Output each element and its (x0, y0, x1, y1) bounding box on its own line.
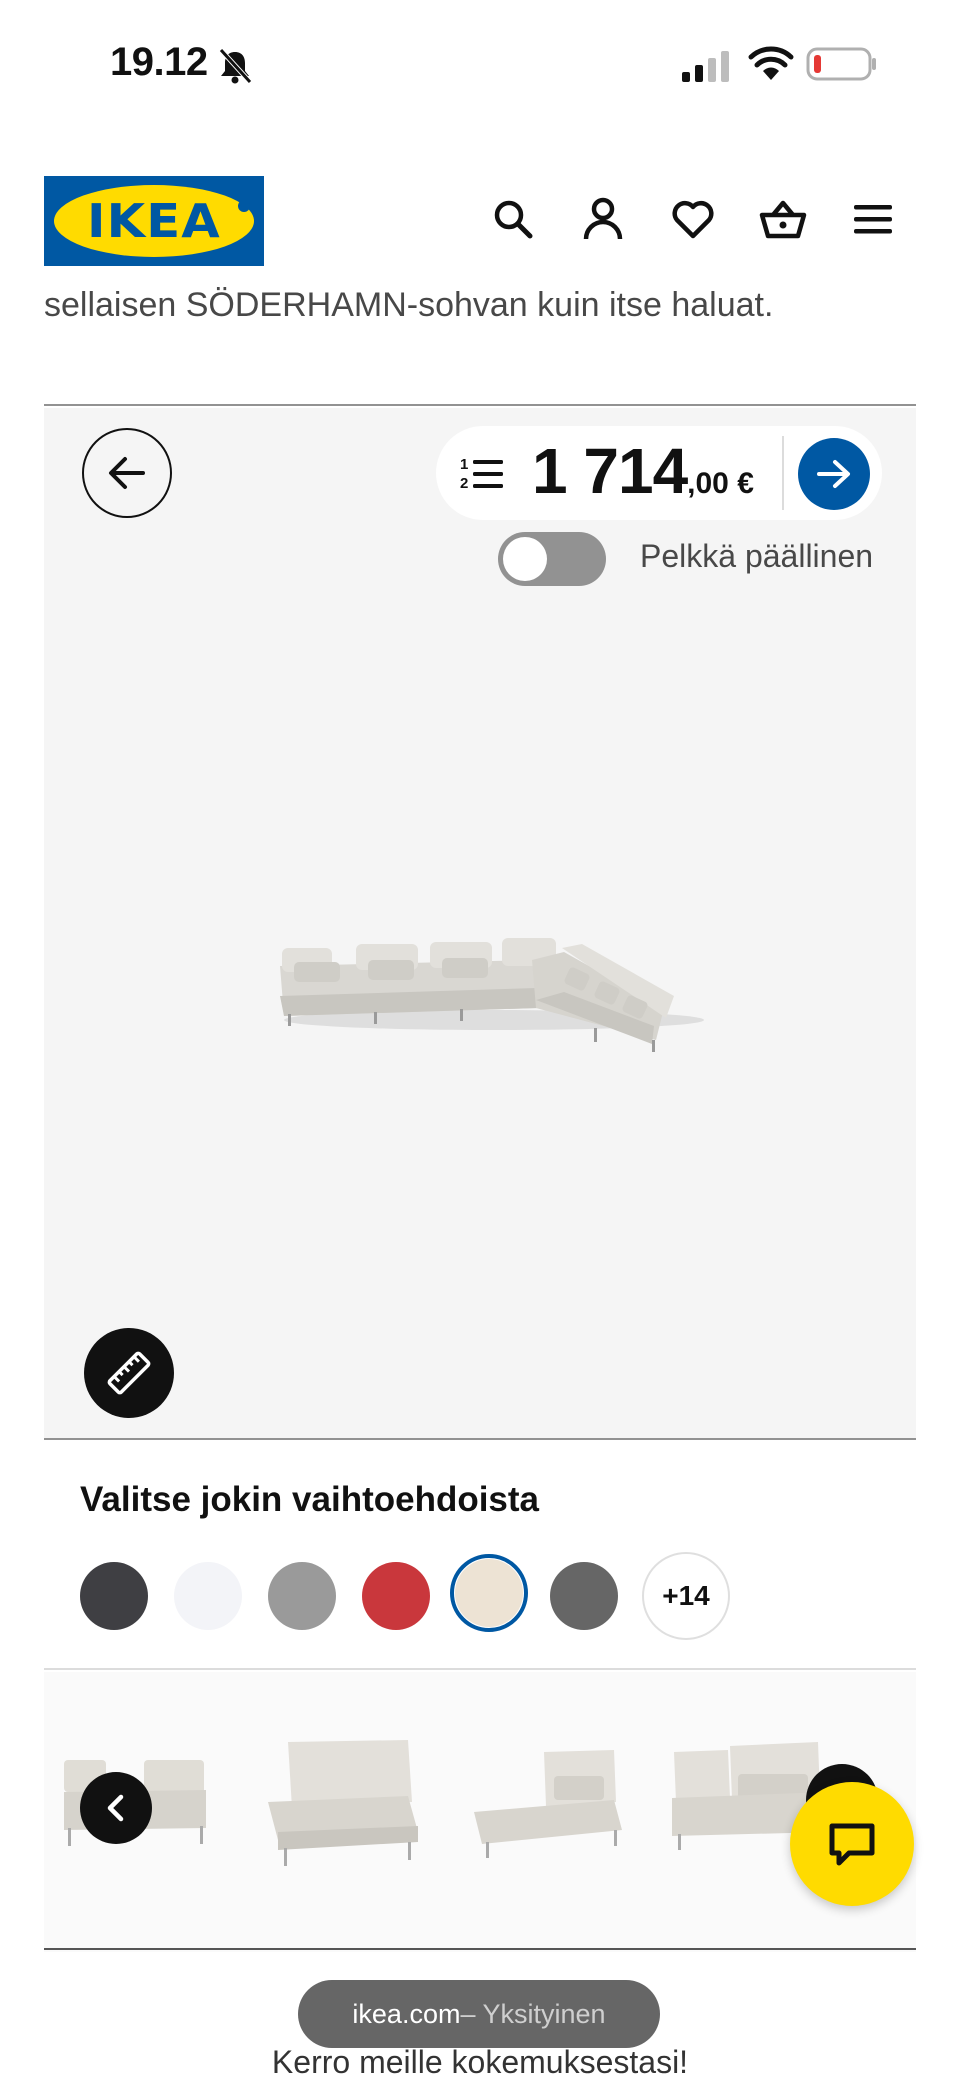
cover-only-label: Pelkkä päällinen (640, 538, 874, 574)
intro-text: sellaisen SÖDERHAMN-sohvan kuin itse hal… (44, 286, 774, 324)
wifi-icon (748, 46, 794, 80)
back-button[interactable] (82, 428, 172, 518)
swatch-red[interactable] (362, 1562, 430, 1630)
carousel-previous-button[interactable] (80, 1772, 152, 1844)
feedback-link[interactable]: Kerro meille kokemuksestasi! (0, 2044, 960, 2081)
measure-button[interactable] (84, 1328, 174, 1418)
private-mode-label: – Yksityinen (460, 1998, 606, 2029)
next-button[interactable] (798, 438, 870, 510)
arrow-right-icon (817, 460, 850, 488)
svg-text:2: 2 (460, 475, 468, 492)
menu-icon (854, 205, 892, 234)
status-time: 19.12 (110, 40, 208, 84)
search-button[interactable] (488, 194, 538, 244)
basket-button[interactable] (758, 194, 808, 244)
module-carousel (44, 1672, 916, 1952)
ruler-icon (107, 1351, 151, 1395)
divider (44, 1668, 916, 1670)
price-summary: 1 2 1 714,00 € (436, 426, 882, 520)
search-icon (494, 200, 533, 239)
bell-muted-icon (219, 48, 252, 84)
swatch-medium-grey[interactable] (550, 1562, 618, 1630)
chat-button[interactable] (790, 1782, 914, 1906)
divider (44, 1438, 916, 1440)
sofa-image (280, 938, 704, 1052)
status-bar: 19.12 (0, 0, 960, 130)
module-thumbnail[interactable] (258, 1732, 428, 1872)
favourites-button[interactable] (668, 194, 718, 244)
toggle-knob (503, 537, 547, 581)
options-title: Valitse jokin vaihtoehdoista (80, 1480, 540, 1519)
basket-icon (759, 200, 807, 239)
registered-mark (238, 200, 250, 212)
url-domain: ikea.com (352, 1998, 461, 2029)
swatch-dark-grey[interactable] (80, 1562, 148, 1630)
total-price: 1 714,00 € (532, 434, 754, 508)
product-viewer: 1 2 1 714,00 € Pelkkä päällinen (44, 408, 916, 1438)
swatch-beige[interactable] (455, 1559, 523, 1627)
price-separator (782, 436, 784, 510)
ikea-logo[interactable]: IKEA (44, 176, 264, 266)
site-header: IKEA (0, 170, 960, 270)
swatch-grey[interactable] (268, 1562, 336, 1630)
battery-icon (806, 47, 876, 81)
chat-icon (829, 1823, 875, 1866)
price-integer: 1 714 (532, 435, 688, 507)
swatch-white[interactable] (174, 1562, 242, 1630)
price-decimal: ,00 € (687, 467, 754, 500)
module-thumbnail[interactable] (464, 1732, 634, 1872)
menu-button[interactable] (848, 194, 898, 244)
svg-text:1: 1 (460, 456, 468, 473)
account-button[interactable] (578, 194, 628, 244)
browser-url-pill[interactable]: ikea.com – Yksityinen (298, 1980, 660, 2048)
logo-text: IKEA (87, 194, 221, 248)
chevron-left-icon (107, 1794, 124, 1822)
signal-icon (682, 51, 729, 82)
logo-oval: IKEA (54, 185, 254, 257)
numbered-list-icon[interactable]: 1 2 (460, 454, 504, 494)
more-options-button[interactable]: +14 (642, 1552, 730, 1640)
cover-only-toggle[interactable] (498, 532, 606, 586)
arrow-left-icon (109, 457, 145, 489)
account-icon (583, 197, 623, 240)
divider (44, 404, 916, 406)
divider (44, 1948, 916, 1950)
heart-icon (672, 200, 714, 239)
